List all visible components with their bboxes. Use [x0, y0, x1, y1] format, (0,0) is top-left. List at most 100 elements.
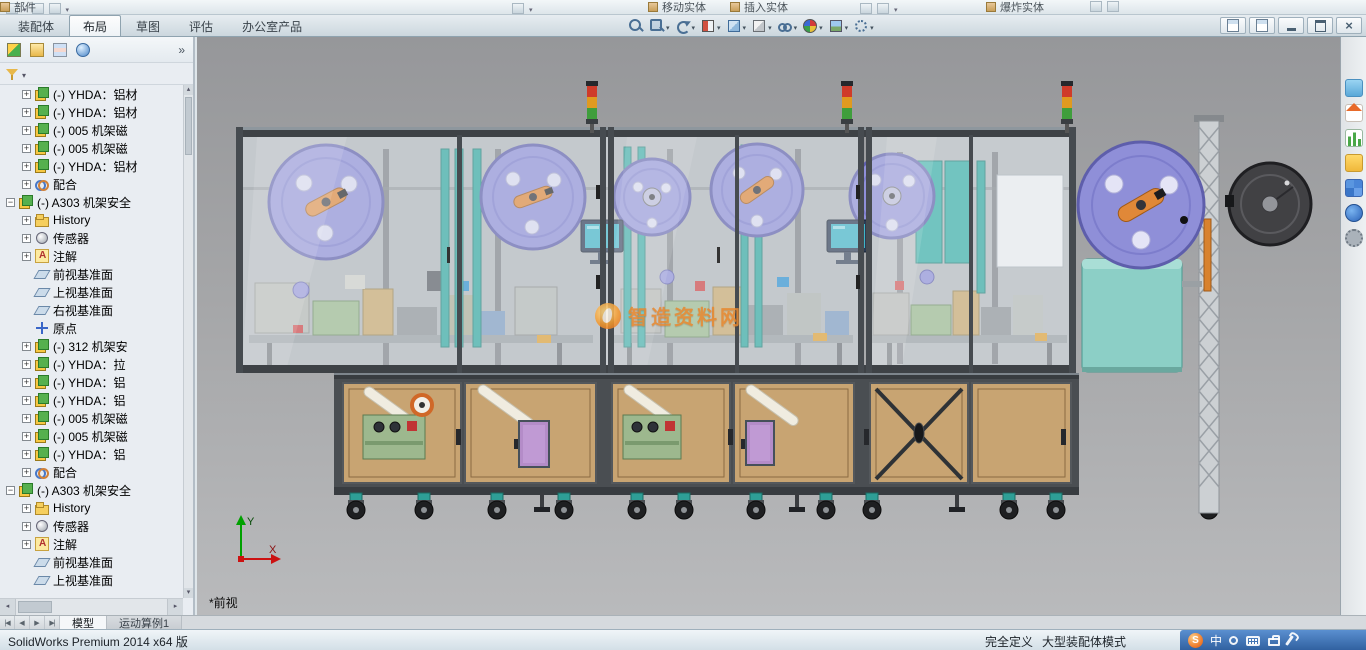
tree-item[interactable]: + (-) 312 机架安 [0, 337, 183, 355]
tree-expander[interactable]: − [6, 198, 15, 207]
view-settings-icon[interactable] [851, 16, 876, 36]
tree-expander[interactable]: + [22, 126, 31, 135]
tree-expander[interactable]: + [22, 396, 31, 405]
pane-icon-2[interactable] [1249, 17, 1275, 34]
tree-item[interactable]: 前视基准面 [0, 553, 183, 571]
chevron-down-icon[interactable] [666, 19, 670, 33]
browser-icon[interactable] [1345, 204, 1363, 222]
tree-expander[interactable]: + [22, 414, 31, 423]
maximize-button[interactable] [1307, 17, 1333, 34]
tree-expander[interactable]: + [22, 468, 31, 477]
toolbar-icon[interactable] [877, 3, 889, 14]
tree-item[interactable]: + (-) YHDA：铝 [0, 373, 183, 391]
displaymanager-icon[interactable] [73, 40, 93, 60]
display-style-icon[interactable] [749, 16, 774, 36]
tree-expander[interactable]: − [6, 486, 15, 495]
keyboard-icon[interactable] [1246, 636, 1260, 646]
tree-horizontal-scrollbar[interactable] [0, 598, 183, 615]
chevron-down-icon[interactable] [845, 19, 849, 33]
settings-icon[interactable] [1345, 229, 1363, 247]
tree-expander[interactable]: + [22, 432, 31, 441]
chevron-down-icon[interactable] [794, 19, 798, 33]
tree-item[interactable]: + 注解 [0, 247, 183, 265]
home-icon[interactable] [1345, 104, 1363, 122]
panel-overflow-chevron[interactable]: » [178, 43, 189, 57]
tree-expander[interactable]: + [22, 108, 31, 117]
tree-item[interactable]: + (-) 005 机架磁 [0, 121, 183, 139]
sogou-logo-icon[interactable]: S [1188, 633, 1203, 648]
folder-icon[interactable] [1345, 154, 1363, 172]
tree-item[interactable]: + (-) 005 机架磁 [0, 139, 183, 157]
tree-expander[interactable]: + [22, 522, 31, 531]
tree-item[interactable]: 上视基准面 [0, 283, 183, 301]
toolbar-button[interactable]: 爆炸实体 [986, 0, 1044, 14]
chevron-down-icon[interactable] [529, 1, 533, 15]
tree-expander[interactable]: + [22, 360, 31, 369]
ribbon-tab[interactable]: 装配体 [4, 15, 68, 36]
tree-item[interactable]: + (-) 005 机架磁 [0, 427, 183, 445]
toolbar-icon[interactable] [1090, 1, 1102, 12]
voice-icon[interactable] [1229, 636, 1238, 645]
view-orientation-icon[interactable] [724, 16, 749, 36]
toolbar-button[interactable]: 插入实体 [730, 0, 788, 14]
tree-expander[interactable]: + [22, 180, 31, 189]
apps-icon[interactable] [1345, 179, 1363, 197]
toolbar-icon[interactable] [860, 3, 872, 14]
scroll-up-icon[interactable] [184, 85, 193, 95]
ribbon-tab[interactable]: 布局 [69, 15, 121, 36]
tree-expander[interactable]: + [22, 378, 31, 387]
tree-vertical-scrollbar[interactable] [183, 85, 193, 598]
apply-scene-icon[interactable] [826, 16, 851, 36]
chevron-down-icon[interactable] [819, 19, 823, 33]
signal-tower-3[interactable] [1061, 81, 1073, 133]
zoom-area-icon[interactable] [647, 16, 672, 36]
tree-item[interactable]: + 传感器 [0, 517, 183, 535]
scroll-right-icon[interactable] [167, 599, 183, 615]
hide-show-items-icon[interactable] [775, 16, 800, 36]
tree-expander[interactable]: + [22, 234, 31, 243]
tree-expander[interactable]: + [22, 504, 31, 513]
chevron-down-icon[interactable] [717, 19, 721, 33]
tree-expander[interactable]: + [22, 90, 31, 99]
tree-item[interactable]: + History [0, 499, 183, 517]
assembly-model[interactable] [197, 37, 1340, 615]
toolbox-icon[interactable] [1268, 638, 1280, 646]
tab-nav-last-button[interactable] [45, 616, 60, 629]
scroll-down-icon[interactable] [184, 588, 193, 598]
tree-item[interactable]: + History [0, 211, 183, 229]
tab-nav-next-button[interactable] [30, 616, 45, 629]
ribbon-tab[interactable]: 办公室产品 [228, 15, 316, 36]
scrollbar-thumb[interactable] [185, 97, 192, 155]
filter-dropdown-caret[interactable] [22, 67, 26, 81]
tree-item[interactable]: + (-) YHDA：铝材 [0, 103, 183, 121]
tree-expander[interactable]: + [22, 162, 31, 171]
toolbar-button[interactable]: 移动实体 [648, 0, 706, 14]
chevron-down-icon[interactable] [894, 1, 898, 15]
doc-tab[interactable]: 运动算例1 [107, 616, 182, 629]
toolbar-icon[interactable] [1107, 1, 1119, 12]
tree-item[interactable]: + (-) YHDA：铝 [0, 445, 183, 463]
filter-funnel-icon[interactable] [5, 67, 19, 81]
zoom-fit-icon[interactable] [626, 16, 646, 36]
tree-expander[interactable]: + [22, 216, 31, 225]
tree-item[interactable]: 右视基准面 [0, 301, 183, 319]
tree-item[interactable]: + 配合 [0, 463, 183, 481]
unwinder-unit[interactable] [1078, 115, 1311, 513]
toolbar-button[interactable]: 部件 [0, 0, 36, 14]
tab-nav-first-button[interactable] [0, 616, 15, 629]
window-icon[interactable] [1345, 79, 1363, 97]
minimize-button[interactable] [1278, 17, 1304, 34]
scrollbar-thumb[interactable] [18, 601, 52, 613]
ime-language-indicator[interactable]: 中 [1210, 632, 1222, 649]
tree-item[interactable]: + 传感器 [0, 229, 183, 247]
section-view-icon[interactable] [698, 16, 723, 36]
toolbar-icon[interactable] [49, 3, 61, 14]
tree-item[interactable]: + (-) YHDA：铝材 [0, 157, 183, 175]
featuremanager-icon[interactable] [4, 40, 24, 60]
chevron-down-icon[interactable] [66, 1, 70, 15]
pane-icon-1[interactable] [1220, 17, 1246, 34]
tree-item[interactable]: 原点 [0, 319, 183, 337]
tree-expander[interactable]: + [22, 342, 31, 351]
propertymanager-icon[interactable] [27, 40, 47, 60]
tree-expander[interactable]: + [22, 144, 31, 153]
